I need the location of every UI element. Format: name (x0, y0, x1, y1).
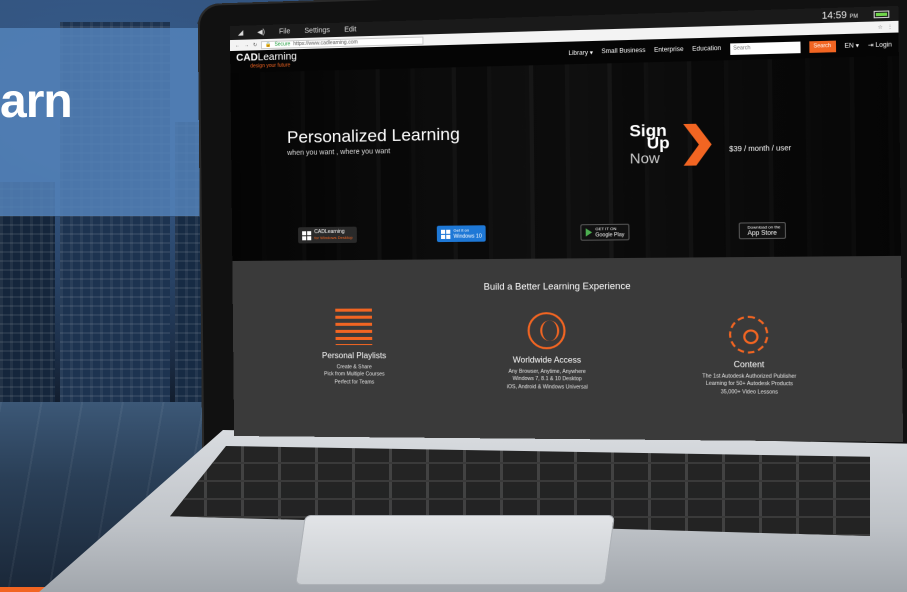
hero-title: Personalized Learning (286, 124, 460, 147)
nav-small-business[interactable]: Small Business (601, 48, 645, 55)
feature-worldwide-access: Worldwide Access Any Browser, Anytime, A… (452, 312, 643, 392)
login-link[interactable]: ⇥ Login (868, 41, 892, 49)
feature-personal-playlists: Personal Playlists Create & Share Pick f… (263, 308, 447, 386)
chevron-right-icon (683, 123, 712, 165)
price-label: $39 / month / user (729, 145, 792, 154)
windows-logo-icon (302, 230, 312, 240)
url-text: https://www.cadlearning.com (293, 38, 358, 47)
windows-logo-icon (440, 229, 451, 239)
playlist-icon (335, 308, 373, 346)
nav-education[interactable]: Education (692, 46, 721, 53)
search-button[interactable]: Search (809, 40, 836, 53)
menu-edit[interactable]: Edit (344, 26, 356, 33)
search-input[interactable] (729, 41, 801, 55)
nav-library[interactable]: Library ▾ (569, 49, 594, 57)
app-store-badge[interactable]: Download on the App Store (738, 222, 787, 240)
windows-desktop-badge[interactable]: CADLearning for Windows Desktop (298, 226, 357, 244)
feature-content: Content The 1st Autodesk Authorized Publ… (651, 315, 849, 397)
logo-tagline: design your future (250, 62, 291, 70)
forward-icon[interactable]: → (244, 42, 249, 48)
promo-banner: arn (0, 28, 210, 216)
features-section: Build a Better Learning Experience Perso… (232, 255, 904, 443)
back-icon[interactable]: ← (235, 42, 240, 48)
globe-icon (527, 312, 566, 350)
trackpad[interactable] (295, 515, 615, 585)
reload-icon[interactable]: ↻ (253, 42, 257, 48)
hero-section: Personalized Learning when you want , wh… (230, 55, 902, 261)
language-selector[interactable]: EN ▾ (844, 42, 859, 50)
lock-icon: 🔒 (265, 41, 272, 48)
clock: 14:59 PM (821, 9, 859, 21)
laptop-screen: ◢ ◀) File Settings Edit 14:59 PM ← → ↻ 🔒… (229, 5, 904, 443)
menu-file[interactable]: File (279, 28, 290, 35)
windows-store-badge[interactable]: Get it on Windows 10 (436, 225, 487, 243)
bookmark-star-icon[interactable]: ☆ (878, 24, 883, 31)
volume-icon[interactable]: ◀) (257, 28, 265, 36)
google-play-icon (585, 228, 593, 237)
banner-text: arn (0, 75, 73, 128)
google-play-badge[interactable]: GET IT ON Google Play (580, 223, 630, 241)
wifi-icon[interactable]: ◢ (238, 29, 243, 37)
signup-button[interactable]: Sign Up Now (629, 121, 716, 170)
browser-menu-icon[interactable]: ⋮ (887, 24, 893, 31)
secure-label: Secure (274, 40, 291, 48)
features-title: Build a Better Learning Experience (483, 280, 631, 292)
battery-icon (873, 9, 890, 18)
menu-settings[interactable]: Settings (304, 27, 330, 35)
hero-subtitle: when you want , where you want (287, 148, 391, 158)
cadlearning-logo[interactable]: CADLearning design your future (236, 51, 297, 70)
nav-enterprise[interactable]: Enterprise (654, 47, 684, 54)
network-icon (728, 315, 769, 354)
